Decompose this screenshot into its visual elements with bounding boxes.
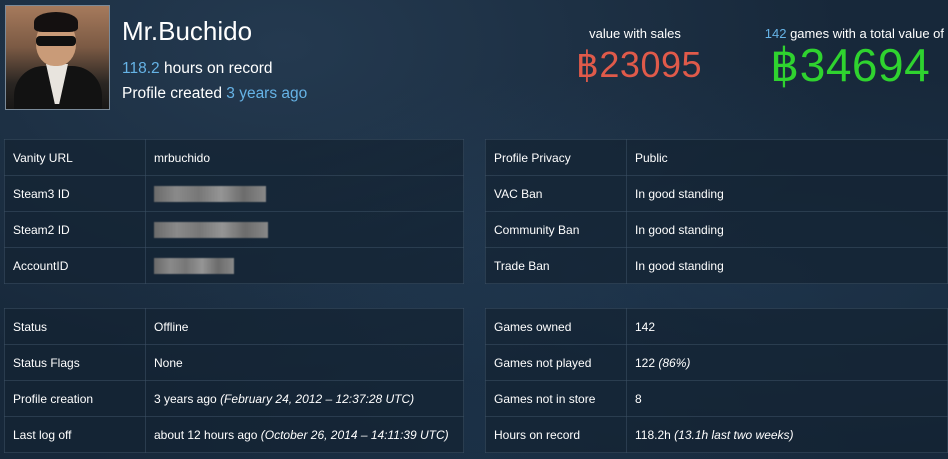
sales-value-amount: ฿23095 [576, 44, 703, 85]
row-label: Hours on record [485, 416, 627, 453]
table-row: Community Ban In good standing [485, 211, 948, 248]
table-row: Profile Privacy Public [485, 139, 948, 176]
row-value: about 12 hours ago [154, 427, 258, 442]
row-label: Games owned [485, 308, 627, 345]
hours-on-record: 118.2 hours on record [122, 60, 273, 78]
row-detail: (October 26, 2014 – 14:11:39 UTC) [260, 427, 449, 442]
hours-suffix: hours on record [163, 60, 273, 77]
table-row: VAC Ban In good standing [485, 175, 948, 212]
row-value: mrbuchido [145, 139, 464, 176]
table-row: Status Flags None [4, 344, 464, 381]
row-value: 122 [635, 355, 656, 370]
row-value: In good standing [626, 175, 948, 212]
created-value: 3 years ago [226, 85, 308, 102]
row-label: Steam2 ID [4, 211, 146, 248]
table-row: Games not in store 8 [485, 380, 948, 417]
row-detail: (February 24, 2012 – 12:37:28 UTC) [220, 391, 415, 406]
row-detail: (13.1h last two weeks) [674, 427, 794, 442]
row-label: Steam3 ID [4, 175, 146, 212]
table-row: Vanity URL mrbuchido [4, 139, 464, 176]
table-row: Hours on record 118.2h (13.1h last two w… [485, 416, 948, 453]
status-table: Status Offline Status Flags None Profile… [4, 308, 464, 453]
row-value: In good standing [626, 211, 948, 248]
table-row: AccountID [4, 247, 464, 284]
row-label: Community Ban [485, 211, 627, 248]
created-prefix: Profile created [122, 85, 222, 102]
redacted-value [154, 257, 234, 274]
profile-header: Mr.Buchido 118.2 hours on record Profile… [0, 0, 948, 118]
profile-name[interactable]: Mr.Buchido [122, 16, 252, 47]
table-row: Games owned 142 [485, 308, 948, 345]
row-label: Trade Ban [485, 247, 627, 284]
row-label: Profile Privacy [485, 139, 627, 176]
table-row: Last log off about 12 hours ago (October… [4, 416, 464, 453]
sales-value-label: value with sales [589, 26, 681, 41]
ids-table: Vanity URL mrbuchido Steam3 ID Steam2 ID… [4, 139, 464, 284]
row-label: Vanity URL [4, 139, 146, 176]
table-row: Steam2 ID [4, 211, 464, 248]
row-value: 118.2h [635, 427, 671, 442]
table-row: Status Offline [4, 308, 464, 345]
row-label: Games not played [485, 344, 627, 381]
total-value-amount: ฿34694 [770, 39, 931, 91]
row-label: VAC Ban [485, 175, 627, 212]
row-value: Offline [154, 319, 189, 334]
row-label: Last log off [4, 416, 146, 453]
table-row: Games not played 122 (86%) [485, 344, 948, 381]
row-value: 8 [635, 391, 642, 406]
privacy-table: Profile Privacy Public VAC Ban In good s… [485, 139, 948, 284]
row-value: In good standing [626, 247, 948, 284]
profile-created: Profile created 3 years ago [122, 85, 307, 103]
row-label: Games not in store [485, 380, 627, 417]
row-label: Profile creation [4, 380, 146, 417]
table-row: Steam3 ID [4, 175, 464, 212]
row-value: 142 [635, 319, 656, 334]
avatar[interactable] [5, 5, 110, 110]
games-table: Games owned 142 Games not played 122 (86… [485, 308, 948, 453]
hours-value: 118.2 [122, 60, 160, 77]
table-row: Profile creation 3 years ago (February 2… [4, 380, 464, 417]
row-label: Status [4, 308, 146, 345]
table-row: Trade Ban In good standing [485, 247, 948, 284]
row-label: Status Flags [4, 344, 146, 381]
row-value: Public [626, 139, 948, 176]
row-value: None [154, 355, 183, 370]
redacted-value [154, 221, 268, 238]
row-detail: (86%) [658, 355, 691, 370]
redacted-value [154, 185, 266, 202]
row-label: AccountID [4, 247, 146, 284]
row-value: 3 years ago [154, 391, 217, 406]
